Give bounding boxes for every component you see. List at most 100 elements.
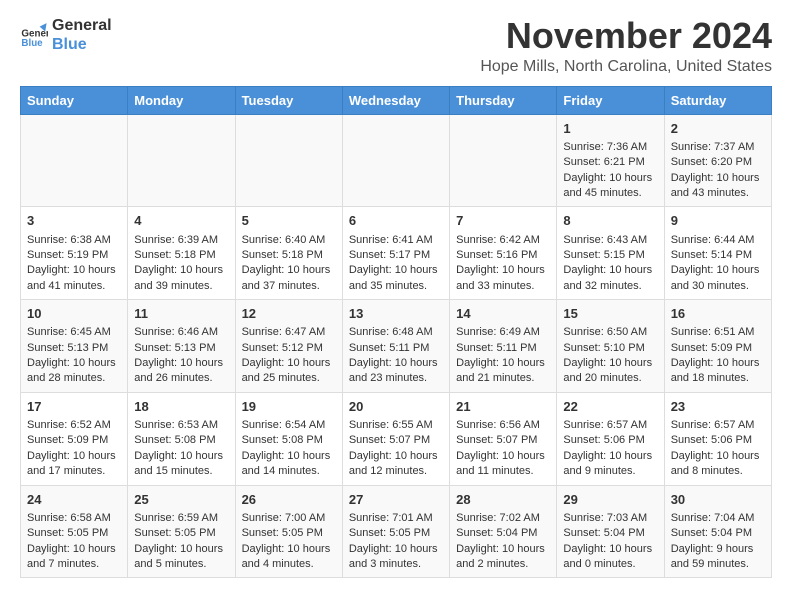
calendar-cell: 7Sunrise: 6:42 AMSunset: 5:16 PMDaylight…	[450, 207, 557, 300]
weekday-header-monday: Monday	[128, 86, 235, 114]
day-info: Daylight: 10 hours and 43 minutes.	[671, 171, 765, 202]
day-info: Sunrise: 7:04 AM	[671, 511, 765, 526]
day-info: Sunrise: 6:58 AM	[27, 511, 121, 526]
day-info: Daylight: 10 hours and 2 minutes.	[456, 542, 550, 573]
day-number: 4	[134, 212, 228, 230]
day-number: 11	[134, 305, 228, 323]
day-info: Sunset: 5:12 PM	[242, 341, 336, 356]
calendar-cell: 26Sunrise: 7:00 AMSunset: 5:05 PMDayligh…	[235, 485, 342, 578]
day-info: Sunrise: 7:36 AM	[563, 140, 657, 155]
calendar-cell: 8Sunrise: 6:43 AMSunset: 5:15 PMDaylight…	[557, 207, 664, 300]
logo-text-blue: Blue	[52, 35, 112, 54]
day-info: Sunset: 5:18 PM	[134, 248, 228, 263]
day-info: Daylight: 10 hours and 45 minutes.	[563, 171, 657, 202]
day-info: Sunrise: 6:44 AM	[671, 233, 765, 248]
calendar-cell	[450, 114, 557, 207]
day-info: Sunset: 5:17 PM	[349, 248, 443, 263]
day-info: Sunrise: 6:55 AM	[349, 418, 443, 433]
day-number: 26	[242, 491, 336, 509]
day-info: Sunset: 5:05 PM	[242, 526, 336, 541]
day-info: Sunrise: 6:47 AM	[242, 325, 336, 340]
day-info: Sunset: 6:20 PM	[671, 155, 765, 170]
day-info: Sunset: 5:16 PM	[456, 248, 550, 263]
day-info: Sunset: 5:14 PM	[671, 248, 765, 263]
day-info: Daylight: 10 hours and 4 minutes.	[242, 542, 336, 573]
day-number: 12	[242, 305, 336, 323]
calendar-cell: 10Sunrise: 6:45 AMSunset: 5:13 PMDayligh…	[21, 300, 128, 393]
calendar-cell: 20Sunrise: 6:55 AMSunset: 5:07 PMDayligh…	[342, 392, 449, 485]
day-info: Daylight: 10 hours and 21 minutes.	[456, 356, 550, 387]
day-number: 6	[349, 212, 443, 230]
day-info: Sunset: 5:10 PM	[563, 341, 657, 356]
calendar-cell: 17Sunrise: 6:52 AMSunset: 5:09 PMDayligh…	[21, 392, 128, 485]
day-info: Sunrise: 6:46 AM	[134, 325, 228, 340]
day-number: 22	[563, 398, 657, 416]
day-number: 29	[563, 491, 657, 509]
day-info: Daylight: 10 hours and 39 minutes.	[134, 263, 228, 294]
day-info: Sunset: 5:13 PM	[27, 341, 121, 356]
day-number: 16	[671, 305, 765, 323]
day-info: Sunset: 5:09 PM	[671, 341, 765, 356]
day-info: Sunrise: 6:57 AM	[563, 418, 657, 433]
calendar-cell: 16Sunrise: 6:51 AMSunset: 5:09 PMDayligh…	[664, 300, 771, 393]
day-info: Daylight: 10 hours and 30 minutes.	[671, 263, 765, 294]
day-number: 14	[456, 305, 550, 323]
day-info: Sunrise: 7:37 AM	[671, 140, 765, 155]
day-info: Sunset: 6:21 PM	[563, 155, 657, 170]
weekday-header-wednesday: Wednesday	[342, 86, 449, 114]
day-info: Sunrise: 6:48 AM	[349, 325, 443, 340]
day-info: Sunset: 5:13 PM	[134, 341, 228, 356]
calendar-cell: 24Sunrise: 6:58 AMSunset: 5:05 PMDayligh…	[21, 485, 128, 578]
day-info: Sunset: 5:15 PM	[563, 248, 657, 263]
logo-text-general: General	[52, 16, 112, 35]
day-info: Daylight: 10 hours and 23 minutes.	[349, 356, 443, 387]
day-info: Sunrise: 6:38 AM	[27, 233, 121, 248]
weekday-header-sunday: Sunday	[21, 86, 128, 114]
day-info: Daylight: 10 hours and 32 minutes.	[563, 263, 657, 294]
day-info: Sunrise: 6:57 AM	[671, 418, 765, 433]
calendar-cell	[21, 114, 128, 207]
calendar-cell: 14Sunrise: 6:49 AMSunset: 5:11 PMDayligh…	[450, 300, 557, 393]
day-info: Daylight: 10 hours and 37 minutes.	[242, 263, 336, 294]
day-info: Daylight: 10 hours and 0 minutes.	[563, 542, 657, 573]
day-number: 23	[671, 398, 765, 416]
day-info: Sunrise: 6:53 AM	[134, 418, 228, 433]
calendar-cell: 4 Sunrise: 6:39 AMSunset: 5:18 PMDaylight…	[128, 207, 235, 300]
logo: General Blue General Blue	[20, 16, 112, 54]
day-number: 21	[456, 398, 550, 416]
day-info: Sunrise: 6:59 AM	[134, 511, 228, 526]
day-info: Sunrise: 6:41 AM	[349, 233, 443, 248]
day-number: 13	[349, 305, 443, 323]
day-info: Sunrise: 7:01 AM	[349, 511, 443, 526]
day-info: Sunset: 5:04 PM	[456, 526, 550, 541]
day-info: Daylight: 10 hours and 25 minutes.	[242, 356, 336, 387]
day-number: 20	[349, 398, 443, 416]
calendar-cell	[128, 114, 235, 207]
day-info: Daylight: 10 hours and 9 minutes.	[563, 449, 657, 480]
day-info: Daylight: 10 hours and 8 minutes.	[671, 449, 765, 480]
calendar-week-4: 17Sunrise: 6:52 AMSunset: 5:09 PMDayligh…	[21, 392, 772, 485]
day-info: Daylight: 9 hours and 59 minutes.	[671, 542, 765, 573]
day-info: Sunrise: 6:54 AM	[242, 418, 336, 433]
day-info: Daylight: 10 hours and 18 minutes.	[671, 356, 765, 387]
day-info: Sunrise: 6:43 AM	[563, 233, 657, 248]
calendar-cell: 28Sunrise: 7:02 AMSunset: 5:04 PMDayligh…	[450, 485, 557, 578]
day-info: Daylight: 10 hours and 28 minutes.	[27, 356, 121, 387]
header: General Blue General Blue November 2024 …	[20, 16, 772, 76]
title-block: November 2024 Hope Mills, North Carolina…	[480, 16, 772, 76]
calendar-cell: 13 Sunrise: 6:48 AMSunset: 5:11 PMDayligh…	[342, 300, 449, 393]
day-info: Sunset: 5:07 PM	[456, 433, 550, 448]
day-info: Sunrise: 6:39 AM	[134, 233, 228, 248]
calendar-cell: 30Sunrise: 7:04 AMSunset: 5:04 PMDayligh…	[664, 485, 771, 578]
day-info: Daylight: 10 hours and 11 minutes.	[456, 449, 550, 480]
calendar-cell: 23Sunrise: 6:57 AMSunset: 5:06 PMDayligh…	[664, 392, 771, 485]
day-info: Daylight: 10 hours and 5 minutes.	[134, 542, 228, 573]
day-info: Sunset: 5:19 PM	[27, 248, 121, 263]
day-info: Sunrise: 6:52 AM	[27, 418, 121, 433]
day-info: Sunset: 5:11 PM	[349, 341, 443, 356]
month-title: November 2024	[480, 16, 772, 56]
svg-text:Blue: Blue	[21, 38, 43, 49]
location-title: Hope Mills, North Carolina, United State…	[480, 58, 772, 76]
day-number: 7	[456, 212, 550, 230]
calendar-week-5: 24Sunrise: 6:58 AMSunset: 5:05 PMDayligh…	[21, 485, 772, 578]
